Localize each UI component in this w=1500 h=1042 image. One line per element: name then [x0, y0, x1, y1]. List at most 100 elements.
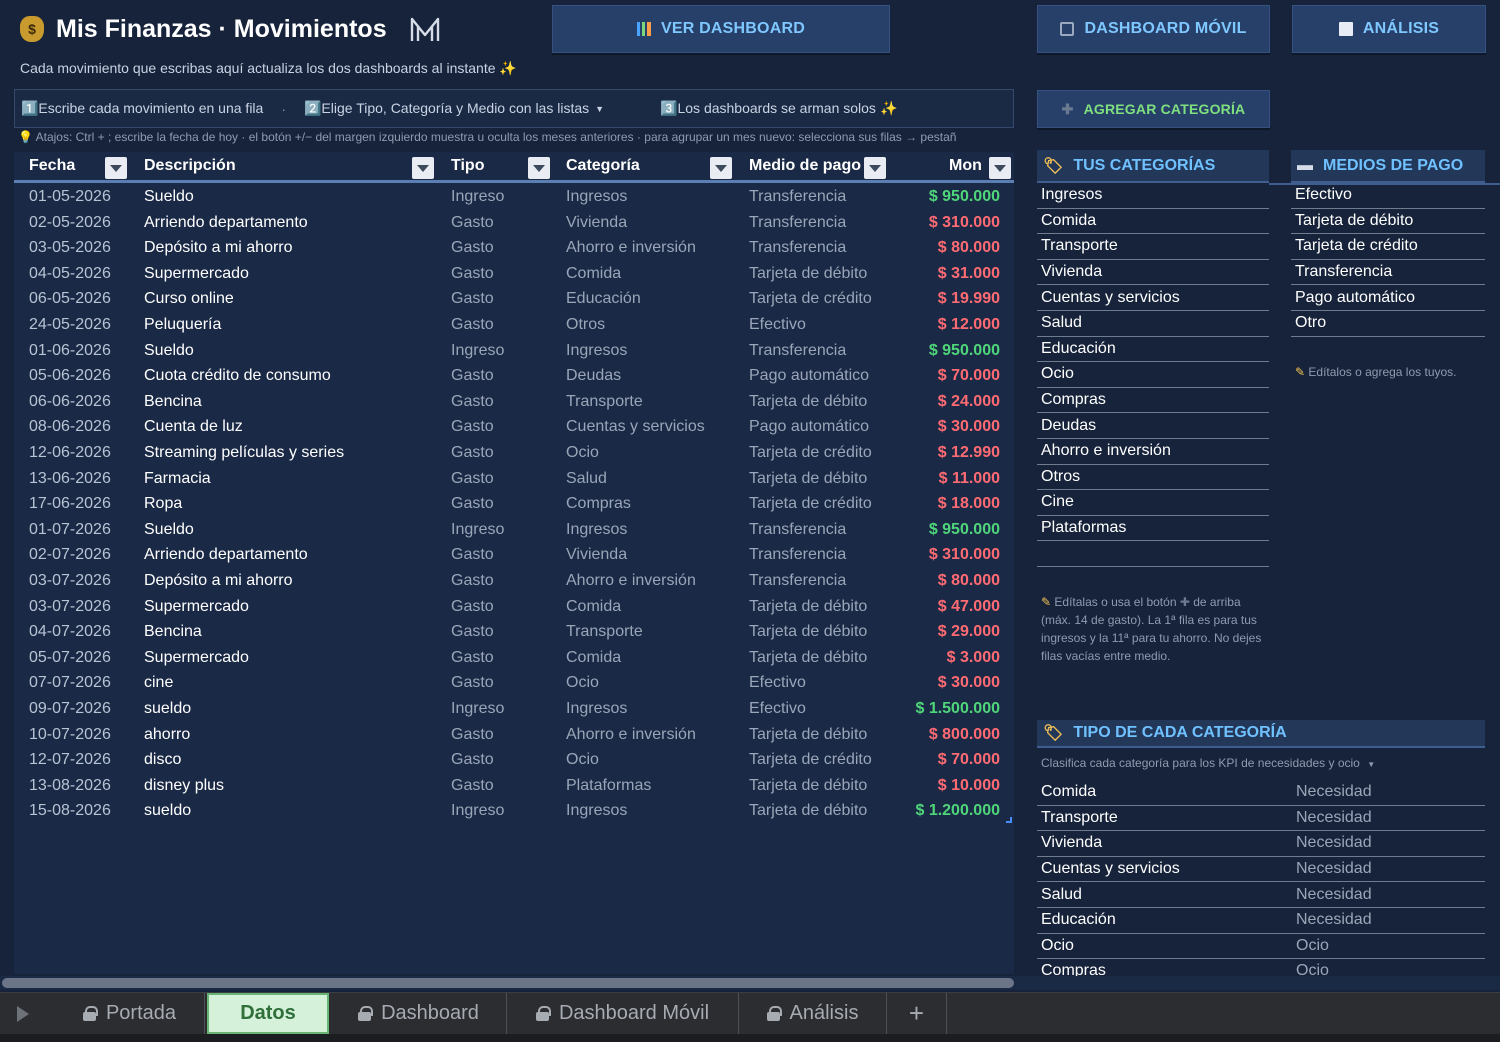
cell-tipo[interactable]: Gasto	[451, 726, 494, 744]
table-row[interactable]: 12-06-2026 Streaming películas y series Ga…	[14, 441, 1014, 467]
table-row[interactable]: 06-06-2026 Bencina Gasto Transporte Tarjeta …	[14, 390, 1014, 416]
cell-monto[interactable]: $ 80.000	[938, 572, 1000, 590]
ver-dashboard-button[interactable]: VER DASHBOARD	[552, 5, 890, 53]
cell-medio[interactable]: Tarjeta de débito	[749, 777, 867, 795]
cell-fecha[interactable]: 13-08-2026	[29, 777, 111, 795]
cell-fecha[interactable]: 06-06-2026	[29, 393, 111, 411]
cell-fecha[interactable]: 04-05-2026	[29, 265, 111, 283]
cell-categoria[interactable]: Deudas	[566, 367, 621, 385]
cell-categoria[interactable]: Transporte	[566, 623, 643, 641]
cell-tipo[interactable]: Gasto	[451, 546, 494, 564]
cell-descripcion[interactable]: Bencina	[144, 623, 202, 641]
table-row[interactable]: 04-07-2026 Bencina Gasto Transporte Tarjeta …	[14, 620, 1014, 646]
cell-fecha[interactable]: 10-07-2026	[29, 726, 111, 744]
cell-tipo[interactable]: Gasto	[451, 572, 494, 590]
cell-medio[interactable]: Transferencia	[749, 342, 846, 360]
add-sheet-button[interactable]: +	[887, 993, 947, 1034]
cell-fecha[interactable]: 06-05-2026	[29, 290, 111, 308]
cell-monto[interactable]: $ 80.000	[938, 239, 1000, 257]
categoria-item[interactable]: Plataformas	[1037, 516, 1269, 542]
cell-descripcion[interactable]: Cuenta de luz	[144, 418, 243, 436]
categoria-item[interactable]: Salud	[1037, 311, 1269, 337]
cell-medio[interactable]: Tarjeta de débito	[749, 726, 867, 744]
tipo-categoria-type[interactable]: Necesidad	[1296, 834, 1372, 852]
cell-medio[interactable]: Tarjeta de débito	[749, 265, 867, 283]
cell-descripcion[interactable]: ahorro	[144, 726, 190, 744]
cell-monto[interactable]: $ 950.000	[929, 188, 1000, 206]
cell-categoria[interactable]: Comida	[566, 598, 621, 616]
cell-fecha[interactable]: 05-07-2026	[29, 649, 111, 667]
cell-descripcion[interactable]: Arriendo departamento	[144, 546, 308, 564]
cell-fecha[interactable]: 04-07-2026	[29, 623, 111, 641]
tipo-categoria-name[interactable]: Vivienda	[1041, 834, 1102, 852]
cell-descripcion[interactable]: disney plus	[144, 777, 224, 795]
cell-medio[interactable]: Tarjeta de débito	[749, 802, 867, 820]
cell-monto[interactable]: $ 12.990	[938, 444, 1000, 462]
cell-monto[interactable]: $ 70.000	[938, 367, 1000, 385]
cell-categoria[interactable]: Ocio	[566, 444, 599, 462]
cell-medio[interactable]: Transferencia	[749, 521, 846, 539]
medio-item[interactable]: Transferencia	[1291, 260, 1485, 286]
cell-categoria[interactable]: Compras	[566, 495, 631, 513]
cell-tipo[interactable]: Gasto	[451, 367, 494, 385]
cell-fecha[interactable]: 01-07-2026	[29, 521, 111, 539]
categoria-item[interactable]: Educación	[1037, 337, 1269, 363]
cell-medio[interactable]: Transferencia	[749, 546, 846, 564]
cell-tipo[interactable]: Gasto	[451, 214, 494, 232]
cell-fecha[interactable]: 01-05-2026	[29, 188, 111, 206]
cell-fecha[interactable]: 08-06-2026	[29, 418, 111, 436]
table-row[interactable]: 15-08-2026 sueldo Ingreso Ingresos Tarjeta d…	[14, 799, 1014, 825]
cell-tipo[interactable]: Gasto	[451, 623, 494, 641]
filter-dropdown-icon[interactable]	[864, 157, 886, 179]
cell-monto[interactable]: $ 30.000	[938, 418, 1000, 436]
cell-medio[interactable]: Tarjeta de crédito	[749, 290, 872, 308]
cell-categoria[interactable]: Vivienda	[566, 214, 627, 232]
horizontal-scrollbar[interactable]	[0, 976, 1500, 990]
cell-monto[interactable]: $ 18.000	[938, 495, 1000, 513]
cell-monto[interactable]: $ 310.000	[929, 214, 1000, 232]
cell-tipo[interactable]: Gasto	[451, 239, 494, 257]
cell-fecha[interactable]: 15-08-2026	[29, 802, 111, 820]
categoria-item[interactable]: Compras	[1037, 388, 1269, 414]
table-row[interactable]: 10-07-2026 ahorro Gasto Ahorro e inversión T…	[14, 723, 1014, 749]
header-fecha[interactable]: Fecha	[14, 152, 144, 183]
table-row[interactable]: 03-07-2026 Depósito a mi ahorro Gasto Ahorr…	[14, 569, 1014, 595]
cell-categoria[interactable]: Ahorro e inversión	[566, 726, 696, 744]
tipo-categoria-row[interactable]: Ocio Ocio	[1037, 934, 1485, 960]
cell-descripcion[interactable]: Depósito a mi ahorro	[144, 239, 293, 257]
cell-medio[interactable]: Transferencia	[749, 214, 846, 232]
table-row[interactable]: 02-07-2026 Arriendo departamento Gasto Vivi…	[14, 543, 1014, 569]
cell-medio[interactable]: Pago automático	[749, 418, 869, 436]
tipo-categoria-type[interactable]: Necesidad	[1296, 809, 1372, 827]
cell-descripcion[interactable]: sueldo	[144, 802, 191, 820]
header-descripcion[interactable]: Descripción	[144, 152, 451, 183]
filter-dropdown-icon[interactable]	[710, 157, 732, 179]
categoria-item[interactable]: Vivienda	[1037, 260, 1269, 286]
table-row[interactable]: 02-05-2026 Arriendo departamento Gasto Vivi…	[14, 211, 1014, 237]
table-row[interactable]: 01-07-2026 Sueldo Ingreso Ingresos Transfere…	[14, 518, 1014, 544]
cell-tipo[interactable]: Gasto	[451, 751, 494, 769]
cell-categoria[interactable]: Ocio	[566, 751, 599, 769]
tipo-categoria-type[interactable]: Ocio	[1296, 937, 1329, 955]
cell-tipo[interactable]: Gasto	[451, 393, 494, 411]
cell-fecha[interactable]: 03-07-2026	[29, 572, 111, 590]
table-row[interactable]: 17-06-2026 Ropa Gasto Compras Tarjeta de cré…	[14, 492, 1014, 518]
tipo-categoria-name[interactable]: Educación	[1041, 911, 1116, 929]
categoria-item[interactable]: Deudas	[1037, 413, 1269, 439]
cell-descripcion[interactable]: Arriendo departamento	[144, 214, 308, 232]
cell-monto[interactable]: $ 11.000	[939, 470, 1000, 488]
cell-descripcion[interactable]: Sueldo	[144, 342, 194, 360]
tipo-categoria-name[interactable]: Comida	[1041, 783, 1096, 801]
tipo-categoria-row[interactable]: Salud Necesidad	[1037, 882, 1485, 908]
cell-monto[interactable]: $ 1.500.000	[915, 700, 1000, 718]
scrollbar-thumb[interactable]	[2, 978, 1014, 988]
tipo-categoria-type[interactable]: Necesidad	[1296, 911, 1372, 929]
cell-categoria[interactable]: Vivienda	[566, 546, 627, 564]
cell-monto[interactable]: $ 47.000	[938, 598, 1000, 616]
cell-fecha[interactable]: 17-06-2026	[29, 495, 111, 513]
agregar-categoria-button[interactable]: ✚ AGREGAR CATEGORÍA	[1037, 90, 1270, 128]
cell-descripcion[interactable]: Bencina	[144, 393, 202, 411]
cell-descripcion[interactable]: Peluquería	[144, 316, 221, 334]
tab-portada[interactable]: Portada	[55, 993, 205, 1034]
categoria-item[interactable]: Ocio	[1037, 362, 1269, 388]
